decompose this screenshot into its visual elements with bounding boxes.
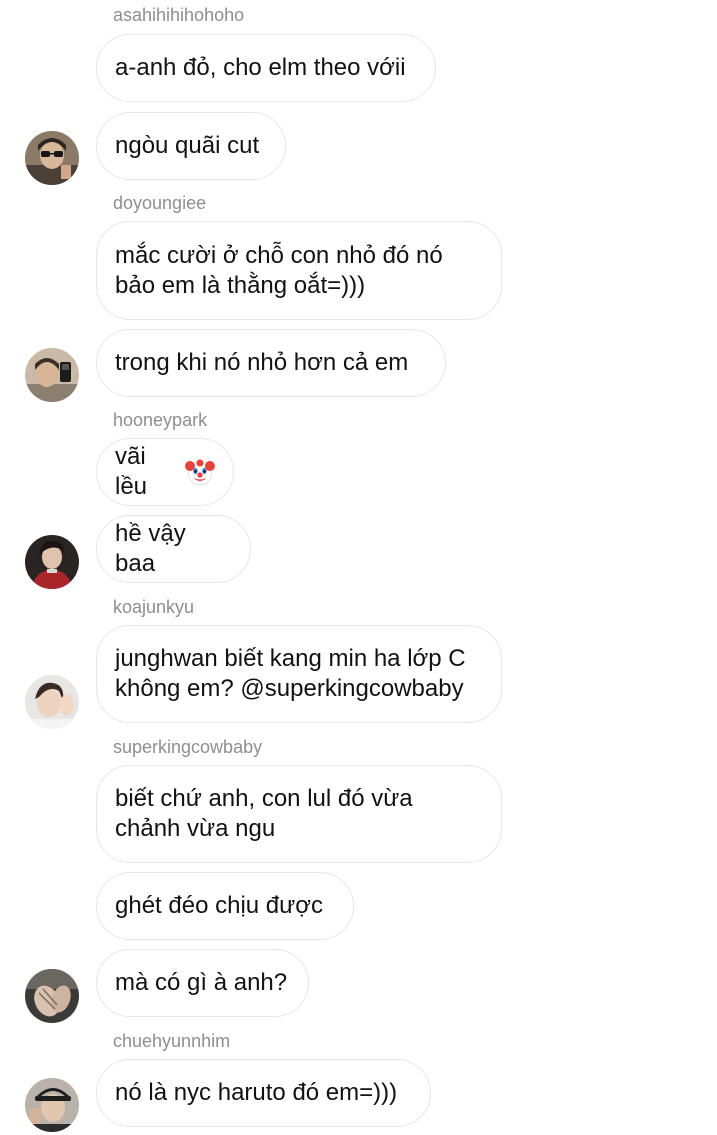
- sender-username[interactable]: doyoungiee: [113, 192, 206, 214]
- message-bubble[interactable]: ngòu quãi cut: [96, 112, 286, 180]
- message-text: hề vậy baa: [115, 520, 186, 577]
- message-bubble[interactable]: mắc cười ở chỗ con nhỏ đó nó bảo em là t…: [96, 221, 502, 320]
- message-text: mắc cười ở chỗ con nhỏ đó nó bảo em là t…: [115, 241, 443, 299]
- avatar-photo: [25, 131, 79, 185]
- avatar-photo: [25, 969, 79, 1023]
- message-bubble[interactable]: a-anh đỏ, cho elm theo vớii: [96, 34, 436, 102]
- message-bubble[interactable]: nó là nyc haruto đó em=))): [96, 1059, 431, 1127]
- message-text: nó là nyc haruto đó em=))): [115, 1079, 398, 1106]
- sender-username[interactable]: asahihihihohoho: [113, 4, 244, 26]
- user-avatar-mirror-selfie[interactable]: [25, 348, 79, 402]
- message-bubble[interactable]: vãi lều: [96, 438, 234, 506]
- sender-username[interactable]: superkingcowbaby: [113, 736, 262, 758]
- sender-username[interactable]: hooneypark: [113, 409, 207, 431]
- message-text: a-anh đỏ, cho elm theo vớii: [115, 54, 406, 81]
- message-text: mà có gì à anh?: [115, 969, 288, 996]
- user-avatar-hand-pose[interactable]: [25, 675, 79, 729]
- message-text: vãi lều: [115, 443, 148, 500]
- avatar-photo: [25, 675, 79, 729]
- avatar-photo: [25, 348, 79, 402]
- message-text: junghwan biết kang min ha lớp C không em…: [115, 645, 466, 702]
- message-bubble[interactable]: ghét đéo chịu được: [96, 872, 354, 940]
- user-avatar-red-jacket[interactable]: [25, 535, 79, 589]
- avatar-photo: [25, 535, 79, 589]
- message-text: ngòu quãi cut: [115, 132, 260, 159]
- user-avatar-sunglasses[interactable]: [25, 131, 79, 185]
- avatar-photo: [25, 1078, 79, 1132]
- message-bubble[interactable]: mà có gì à anh?: [96, 949, 309, 1017]
- message-text: trong khi nó nhỏ hơn cả em: [115, 349, 409, 376]
- sender-username[interactable]: koajunkyu: [113, 596, 194, 618]
- message-text: biết chứ anh, con lul đó vừa chảnh vừa n…: [115, 785, 413, 842]
- user-avatar-hands[interactable]: [25, 969, 79, 1023]
- message-text: ghét đéo chịu được: [115, 892, 323, 919]
- message-bubble[interactable]: biết chứ anh, con lul đó vừa chảnh vừa n…: [96, 765, 502, 863]
- message-bubble[interactable]: hề vậy baa: [96, 515, 251, 583]
- user-avatar-cap-selfie[interactable]: [25, 1078, 79, 1132]
- clown-face-emoji: [185, 459, 215, 486]
- message-bubble[interactable]: trong khi nó nhỏ hơn cả em: [96, 329, 446, 397]
- sender-username[interactable]: chuehyunnhim: [113, 1030, 230, 1052]
- message-bubble[interactable]: junghwan biết kang min ha lớp C không em…: [96, 625, 502, 723]
